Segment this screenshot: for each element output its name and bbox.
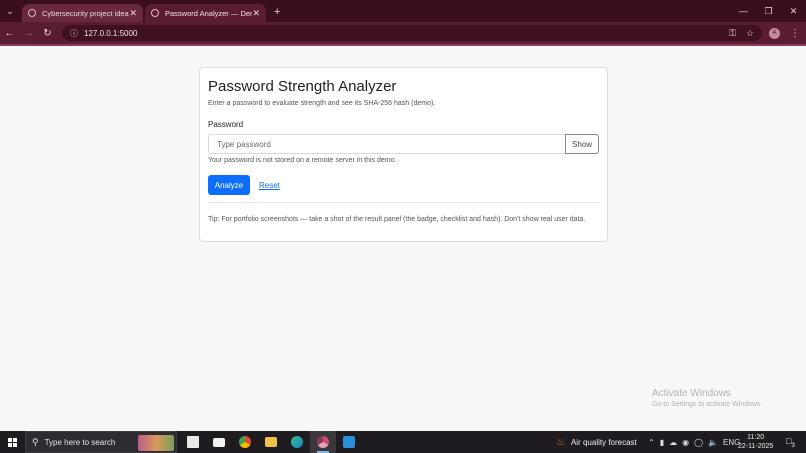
taskbar: ⚲ Type here to search ♨ Air quality fore… xyxy=(0,431,806,453)
chrome-icon xyxy=(239,436,251,448)
bookmark-star-icon[interactable]: ☆ xyxy=(746,28,754,39)
air-quality-icon: ♨ xyxy=(556,436,565,448)
windows-logo-icon xyxy=(7,437,17,447)
new-tab-button[interactable]: + xyxy=(274,2,280,22)
notification-count: 3 xyxy=(791,442,795,449)
tip-text: Tip: For portfolio screenshots — take a … xyxy=(208,216,586,223)
tab-search-icon[interactable]: ⌄ xyxy=(0,0,20,22)
analyzer-card: Password Strength Analyzer Enter a passw… xyxy=(199,67,608,242)
system-tray: ⌃ ▮ ☁ ◉ ◯ 🔈 ENG xyxy=(648,431,740,453)
forward-icon[interactable]: → xyxy=(19,22,38,44)
file-explorer-app[interactable] xyxy=(258,431,284,453)
page-title: Password Strength Analyzer xyxy=(208,78,397,95)
chrome-app[interactable] xyxy=(232,431,258,453)
search-highlight-image xyxy=(138,435,174,451)
reload-icon[interactable]: ↻ xyxy=(38,22,57,44)
site-info-icon[interactable]: ⓘ xyxy=(70,28,78,39)
chrome-icon xyxy=(317,436,329,448)
back-icon[interactable]: ← xyxy=(0,22,19,44)
activate-windows-watermark: Activate Windows Go to Settings to activ… xyxy=(652,388,763,408)
close-window-icon[interactable]: ✕ xyxy=(781,0,806,22)
clock-date: 22-11-2025 xyxy=(738,443,774,450)
storage-note: Your password is not stored on a remote … xyxy=(208,157,397,164)
taskbar-search[interactable]: ⚲ Type here to search xyxy=(25,431,177,453)
cloud-icon[interactable]: ☁ xyxy=(669,438,677,447)
weather-widget[interactable]: ♨ Air quality forecast xyxy=(556,431,637,453)
password-key-icon[interactable]: ⚿ xyxy=(729,28,736,39)
profile-avatar[interactable]: A xyxy=(769,27,780,39)
battery-icon[interactable]: ▮ xyxy=(660,438,664,447)
tab-title: Cybersecurity project ideas xyxy=(42,8,130,18)
chevron-up-icon[interactable]: ⌃ xyxy=(648,438,655,447)
window-controls: — ❐ ✕ xyxy=(731,0,806,22)
watermark-line1: Activate Windows xyxy=(652,388,731,399)
weather-text: Air quality forecast xyxy=(570,437,637,447)
taskbar-apps xyxy=(180,431,362,453)
clock-time: 11:20 xyxy=(747,434,765,441)
store-icon xyxy=(187,436,199,448)
volume-icon[interactable]: 🔈 xyxy=(708,438,718,447)
edge-icon xyxy=(291,436,303,448)
globe-icon xyxy=(28,9,36,17)
start-button[interactable] xyxy=(0,431,24,453)
url-text: 127.0.0.1:5000 xyxy=(84,28,138,38)
edge-app[interactable] xyxy=(284,431,310,453)
tab-password-analyzer[interactable]: Password Analyzer — Demo ✕ xyxy=(145,4,266,22)
close-icon[interactable]: ✕ xyxy=(252,8,260,19)
password-label: Password xyxy=(208,120,244,129)
address-bar[interactable]: ⓘ 127.0.0.1:5000 ⚿ ☆ xyxy=(62,25,762,41)
notification-icon[interactable]: □3 xyxy=(786,436,798,449)
analyze-button[interactable]: Analyze xyxy=(208,175,250,195)
tab-cybersecurity[interactable]: Cybersecurity project ideas ✕ xyxy=(22,4,143,22)
clock[interactable]: 11:20 22-11-2025 xyxy=(738,433,773,451)
search-placeholder: Type here to search xyxy=(44,437,116,447)
watermark-line2: Go to Settings to activate Windows. xyxy=(652,401,763,408)
browser-toolbar: ← → ↻ ⓘ 127.0.0.1:5000 ⚿ ☆ xyxy=(0,22,806,44)
page-subtitle: Enter a password to evaluate strength an… xyxy=(208,100,436,107)
close-icon[interactable]: ✕ xyxy=(129,8,137,19)
search-icon: ⚲ xyxy=(32,436,39,447)
minimize-icon[interactable]: — xyxy=(731,0,756,22)
toolbar-right: A ⋮ xyxy=(769,22,800,44)
location-icon[interactable]: ◉ xyxy=(682,438,689,447)
mail-app[interactable] xyxy=(206,431,232,453)
folder-icon xyxy=(265,437,277,447)
tab-strip: ⌄ Cybersecurity project ideas ✕ Password… xyxy=(0,0,806,22)
divider xyxy=(208,202,600,203)
store-app[interactable] xyxy=(180,431,206,453)
reset-link[interactable]: Reset xyxy=(259,181,280,190)
network-icon[interactable]: ◯ xyxy=(694,438,703,447)
chrome-active-app[interactable] xyxy=(310,431,336,453)
toolbar-divider xyxy=(0,44,806,46)
restore-icon[interactable]: ❐ xyxy=(756,0,781,22)
menu-kebab-icon[interactable]: ⋮ xyxy=(790,28,800,39)
vscode-app[interactable] xyxy=(336,431,362,453)
mail-icon xyxy=(213,437,225,447)
show-password-button[interactable]: Show xyxy=(565,134,599,154)
tab-title: Password Analyzer — Demo xyxy=(165,8,253,18)
password-input[interactable] xyxy=(208,134,566,154)
globe-icon xyxy=(151,9,159,17)
vscode-icon xyxy=(343,436,355,448)
